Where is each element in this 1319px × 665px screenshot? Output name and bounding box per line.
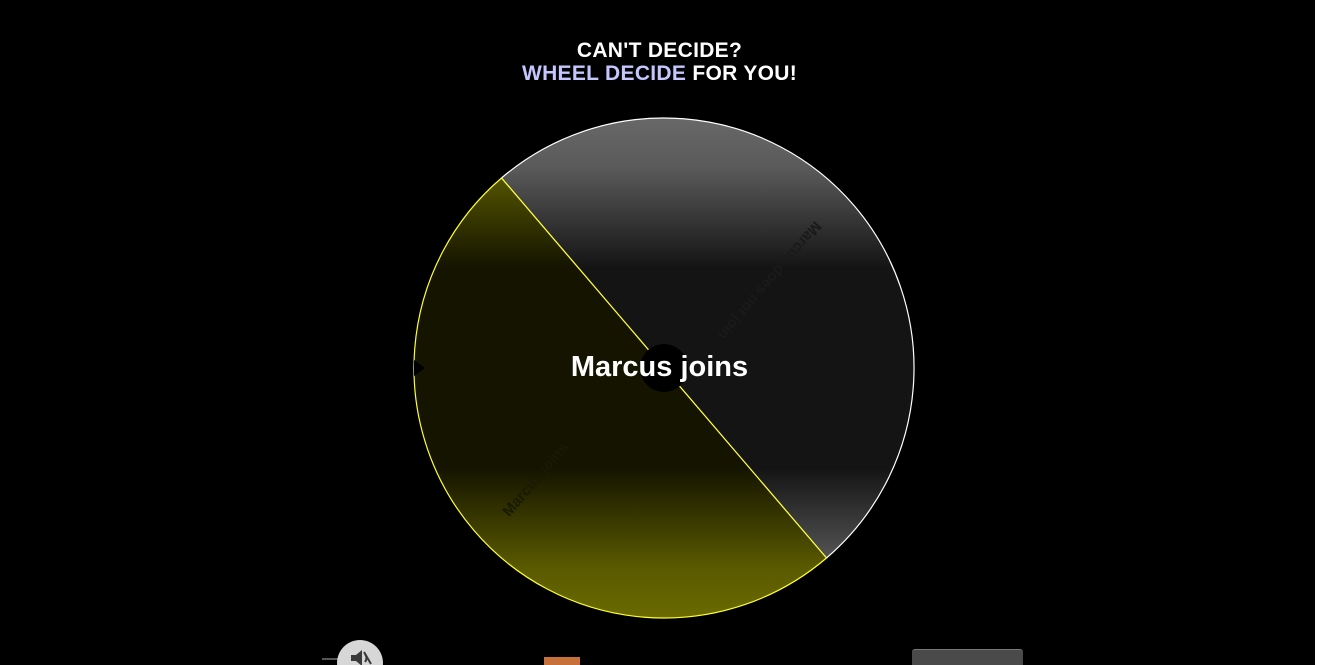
spin-button[interactable]	[912, 649, 1023, 665]
wheel-hub[interactable]	[640, 344, 688, 392]
wheel-svg[interactable]: Marcus does not join Marcus joins	[0, 0, 1319, 665]
page: CAN'T DECIDE? WHEEL DECIDE FOR YOU! Marc…	[0, 0, 1319, 665]
divider	[322, 658, 338, 660]
color-swatch-button[interactable]	[544, 657, 580, 665]
speaker-icon	[351, 650, 372, 665]
decision-wheel[interactable]: Marcus does not join Marcus joins	[0, 0, 1319, 665]
